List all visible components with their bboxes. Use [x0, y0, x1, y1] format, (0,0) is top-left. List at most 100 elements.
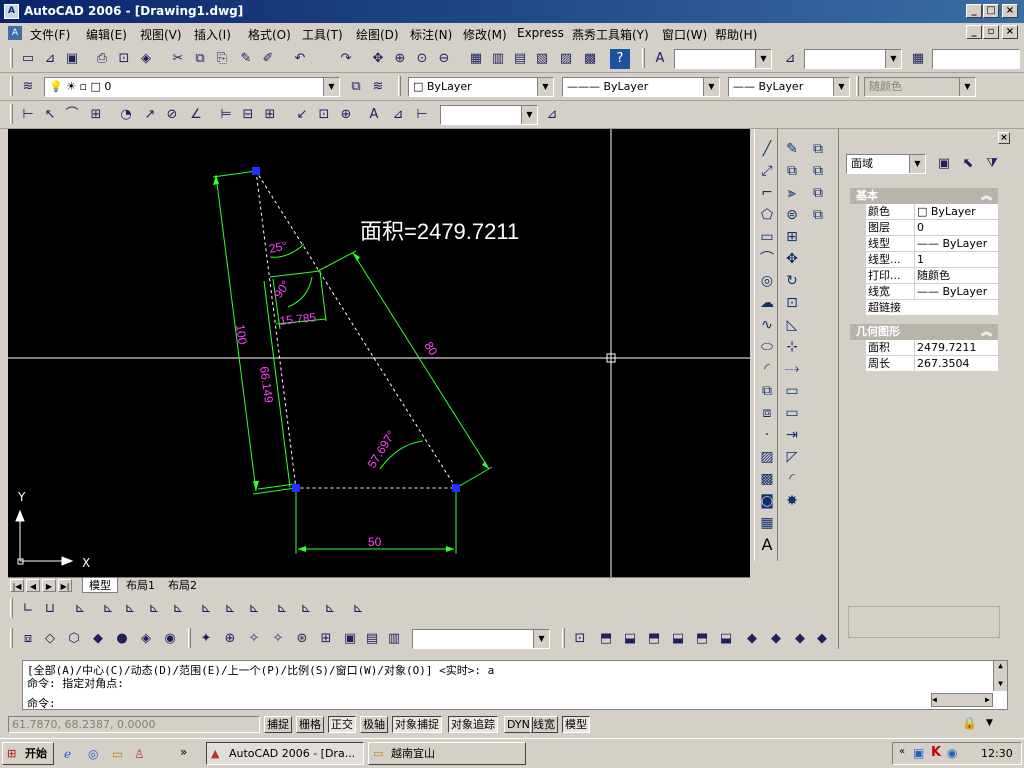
- match-properties-icon[interactable]: ✎: [236, 49, 256, 69]
- close-button[interactable]: ×: [1002, 4, 1018, 18]
- flat-shaded-icon[interactable]: ◆: [88, 629, 108, 649]
- ucs-y-icon[interactable]: ⊾: [272, 599, 292, 619]
- prop-row[interactable]: 面积 2479.7211: [866, 340, 998, 356]
- lineweight-button[interactable]: 线宽: [530, 716, 558, 733]
- region-icon[interactable]: ◙: [757, 491, 777, 511]
- table-style-combo[interactable]: [932, 49, 1020, 69]
- send-to-back-icon[interactable]: ⧉: [808, 161, 828, 181]
- named-views-icon[interactable]: ⊡: [570, 629, 590, 649]
- break-icon[interactable]: ▭: [782, 403, 802, 423]
- join-icon[interactable]: ⇥: [782, 425, 802, 445]
- toolbar-grip[interactable]: [642, 48, 645, 68]
- toolbar-grip[interactable]: [10, 598, 13, 618]
- polar-button[interactable]: 极轴: [360, 716, 388, 733]
- tray-app-icon[interactable]: ◉: [947, 746, 957, 760]
- leader-icon[interactable]: ↙: [292, 105, 312, 125]
- toolbar-grip[interactable]: [188, 628, 191, 648]
- right-view-icon[interactable]: ⬓: [668, 629, 688, 649]
- ucs-previous-icon[interactable]: ⊾: [70, 599, 90, 619]
- color-combo[interactable]: □ ByLayer ▼: [408, 77, 554, 97]
- linetype-combo[interactable]: ——— ByLayer ▼: [562, 77, 720, 97]
- tray-expand-icon[interactable]: «: [899, 746, 905, 757]
- extend-icon[interactable]: ⤏: [782, 359, 802, 379]
- explode-icon[interactable]: ✸: [782, 491, 802, 511]
- menu-modify[interactable]: 修改(M): [463, 26, 507, 43]
- render-icon[interactable]: ✦: [196, 629, 216, 649]
- hatch-icon[interactable]: ▨: [757, 447, 777, 467]
- center-mark-icon[interactable]: ⊕: [336, 105, 356, 125]
- calculator-icon[interactable]: ▩: [580, 49, 600, 69]
- menu-view[interactable]: 视图(V): [140, 26, 182, 43]
- rectangle-icon[interactable]: ▭: [757, 227, 777, 247]
- trim-icon[interactable]: ⊹: [782, 337, 802, 357]
- ucs-face-icon[interactable]: ⊾: [98, 599, 118, 619]
- sheet-set-icon[interactable]: ▧: [532, 49, 552, 69]
- send-under-icon[interactable]: ⧉: [808, 205, 828, 225]
- command-scrollbar[interactable]: ▲ ▼: [993, 661, 1007, 691]
- front-view-icon[interactable]: ⬒: [692, 629, 712, 649]
- dim-update-icon[interactable]: ⊢: [412, 105, 432, 125]
- grip-bottom-left[interactable]: [292, 484, 300, 492]
- circle-icon[interactable]: ◎: [757, 271, 777, 291]
- coordinate-display[interactable]: 61.7870, 68.2387, 0.0000: [8, 716, 260, 733]
- undo-icon[interactable]: ↶: [290, 49, 310, 69]
- otrack-button[interactable]: 对象追踪: [448, 716, 498, 733]
- toolbar-grip[interactable]: [562, 628, 565, 648]
- bring-to-front-icon[interactable]: ⧉: [808, 139, 828, 159]
- copy-object-icon[interactable]: ⧉: [782, 161, 802, 181]
- command-window[interactable]: [全部(A)/中心(C)/动态(D)/范围(E)/上一个(P)/比例(S)/窗口…: [22, 660, 1008, 710]
- arc-icon[interactable]: ⌒: [757, 249, 777, 269]
- prop-row[interactable]: 超链接: [866, 300, 998, 316]
- radius-dim-icon[interactable]: ◔: [116, 105, 136, 125]
- section-geometry[interactable]: 几何图形 ︽: [850, 324, 998, 340]
- minimize-button[interactable]: _: [966, 4, 982, 18]
- arc-length-icon[interactable]: ⌒: [62, 105, 82, 125]
- prop-row[interactable]: 打印... 随颜色: [866, 268, 998, 284]
- lock-icon[interactable]: 🔒: [962, 716, 980, 733]
- flat-edges-icon[interactable]: ◈: [136, 629, 156, 649]
- menu-draw[interactable]: 绘图(D): [356, 26, 399, 43]
- dim-text-edit-icon[interactable]: ⊿: [388, 105, 408, 125]
- toolbar-grip[interactable]: [10, 628, 13, 648]
- background-icon[interactable]: ▣: [340, 629, 360, 649]
- section-general[interactable]: 基本 ︽: [850, 188, 998, 204]
- ucs-icon-button[interactable]: ∟: [18, 599, 38, 619]
- markup-icon[interactable]: ▨: [556, 49, 576, 69]
- ucs-3point-icon[interactable]: ⊾: [220, 599, 240, 619]
- ortho-button[interactable]: 正交: [328, 716, 356, 733]
- palette-close-icon[interactable]: ×: [998, 132, 1010, 144]
- ne-iso-icon[interactable]: ◆: [790, 629, 810, 649]
- object-type-combo[interactable]: 面域 ▼: [846, 154, 926, 174]
- prop-row[interactable]: 周长 267.3504: [866, 356, 998, 372]
- collapse-icon[interactable]: ︽: [981, 324, 992, 340]
- command-hscrollbar[interactable]: ◀ ▶: [931, 693, 993, 707]
- task-folder[interactable]: ▭ 越南宜山: [368, 742, 526, 765]
- drawing-canvas[interactable]: 面积=2479.7211 25° 90° 15.785 100 66.149 8…: [8, 129, 750, 577]
- dim-style-combo[interactable]: ▼: [804, 49, 902, 69]
- nw-iso-icon[interactable]: ◆: [812, 629, 832, 649]
- gouraud-shaded-icon[interactable]: ●: [112, 629, 132, 649]
- array-icon[interactable]: ⊞: [782, 227, 802, 247]
- maximize-button[interactable]: □: [983, 4, 999, 18]
- bring-above-icon[interactable]: ⧉: [808, 183, 828, 203]
- fog-icon[interactable]: ▤: [362, 629, 382, 649]
- desktop-icon[interactable]: ◎: [88, 747, 104, 763]
- zoom-window-icon[interactable]: ⊙: [412, 49, 432, 69]
- menu-dimension[interactable]: 标注(N): [410, 26, 452, 43]
- start-button[interactable]: ⊞ 开始: [2, 742, 54, 765]
- grip-bottom-right[interactable]: [452, 484, 460, 492]
- quick-dim-icon[interactable]: ⊨: [216, 105, 236, 125]
- scene-icon[interactable]: ⊕: [220, 629, 240, 649]
- toggle-pickadd-icon[interactable]: ▣: [934, 154, 954, 174]
- zoom-previous-icon[interactable]: ⊖: [434, 49, 454, 69]
- ucs-apply-icon[interactable]: ⊾: [320, 599, 340, 619]
- document-icon[interactable]: A: [8, 26, 22, 40]
- tab-layout1[interactable]: 布局1: [120, 578, 161, 593]
- doc-minimize-button[interactable]: _: [966, 25, 982, 39]
- insert-block-icon[interactable]: ⧉: [757, 381, 777, 401]
- line-icon[interactable]: ╱: [757, 139, 777, 159]
- top-view-icon[interactable]: ⬒: [596, 629, 616, 649]
- point-icon[interactable]: ·: [757, 425, 777, 445]
- grip-top[interactable]: [252, 167, 260, 175]
- ucs-zaxis-icon[interactable]: ⊾: [196, 599, 216, 619]
